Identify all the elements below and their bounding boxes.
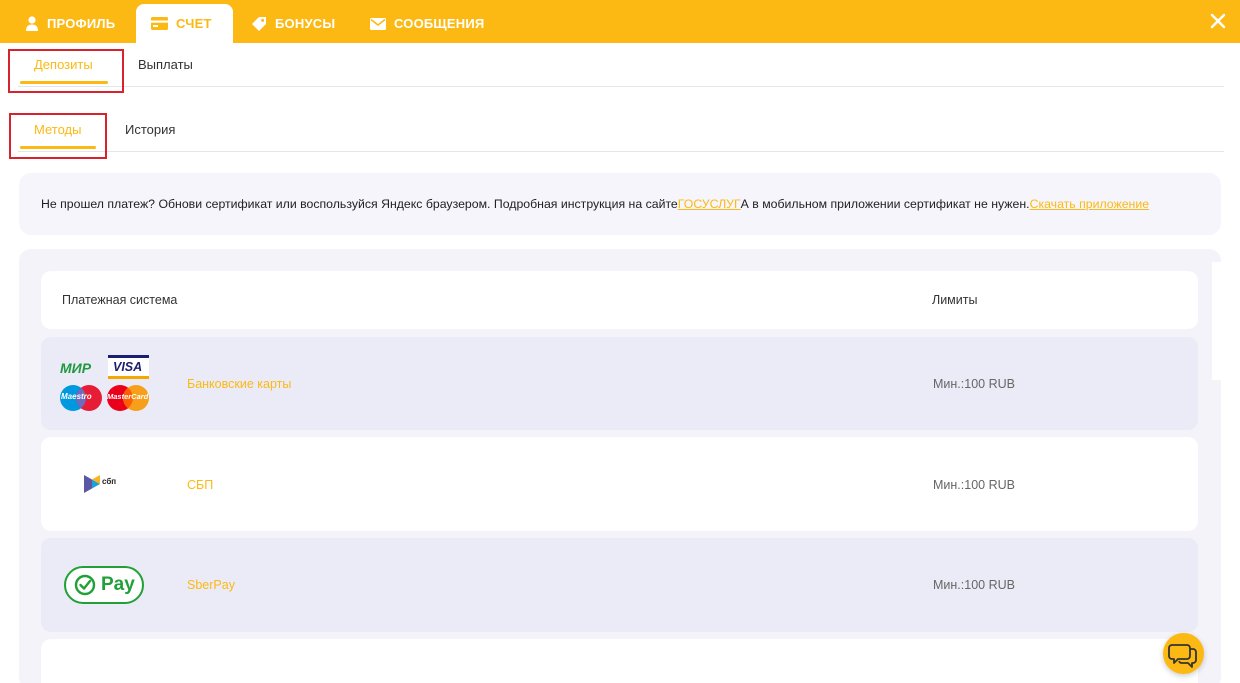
mir-logo: МИР [60,360,92,376]
top-navigation: ПРОФИЛЬ СЧЕТ БОНУСЫ СООБЩЕНИЯ [0,0,1240,43]
chat-button[interactable] [1163,633,1204,674]
notice-text: А в мобильном приложении сертификат не н… [740,197,1030,211]
download-app-link[interactable]: Скачать приложение [1030,197,1149,211]
tab-messages-label: СООБЩЕНИЯ [394,16,485,31]
deposit-tabs: Методы История [18,108,1224,152]
highlight-frame [8,49,124,93]
certificate-notice: Не прошел платеж? Обнови сертификат или … [19,173,1221,235]
sberpay-logo: Pay [64,566,144,604]
user-icon [26,16,38,31]
sberpay-logo-text: Pay [101,574,135,595]
close-icon[interactable] [1209,12,1227,30]
payment-method-limit: Мин.:100 RUB [933,478,1015,492]
notice-text: Не прошел платеж? Обнови сертификат или … [41,197,678,211]
payment-method-name[interactable]: SberPay [187,578,235,592]
tab-account[interactable]: СЧЕТ [136,4,233,43]
payment-method-limit: Мин.:100 RUB [933,578,1015,592]
payment-method-name[interactable]: Банковские карты [187,377,291,391]
payment-method-row[interactable]: Pay SberPay Мин.:100 RUB [41,538,1198,632]
payment-method-row[interactable]: МИР VISA Maestro MasterCard Банковские к… [41,337,1198,430]
scrollbar[interactable] [1212,262,1222,380]
sbp-logo-text: сбп [102,477,117,486]
sbp-logo: сбп [84,475,124,495]
payment-method-limit: Мин.:100 RUB [933,377,1015,391]
table-header: Платежная система Лимиты [41,271,1198,329]
tab-profile-label: ПРОФИЛЬ [47,16,116,31]
payment-method-row[interactable]: сбп СБП Мин.:100 RUB [41,437,1198,531]
payment-method-name[interactable]: СБП [187,478,213,492]
bank-cards-logo: МИР VISA Maestro MasterCard [59,355,151,413]
account-tabs: Депозиты Выплаты [18,43,1224,87]
header-payment-system: Платежная система [62,293,178,307]
tab-bonuses-label: БОНУСЫ [275,16,336,31]
tab-profile[interactable]: ПРОФИЛЬ [25,4,115,43]
envelope-icon [370,17,386,30]
wallet-icon [151,17,168,30]
payment-method-row[interactable] [41,639,1198,683]
header-limits: Лимиты [932,293,978,307]
tab-history[interactable]: История [125,122,175,137]
sber-check-icon [74,574,96,596]
tag-icon [252,16,266,31]
tab-withdrawals[interactable]: Выплаты [138,57,193,72]
tab-messages[interactable]: СООБЩЕНИЯ [370,4,484,43]
visa-logo: VISA [108,355,149,379]
tab-bonuses[interactable]: БОНУСЫ [251,4,335,43]
gosuslugi-link[interactable]: ГОСУСЛУГ [678,197,741,211]
highlight-frame [9,113,107,159]
chat-icon [1168,644,1197,668]
tab-account-label: СЧЕТ [176,16,212,31]
